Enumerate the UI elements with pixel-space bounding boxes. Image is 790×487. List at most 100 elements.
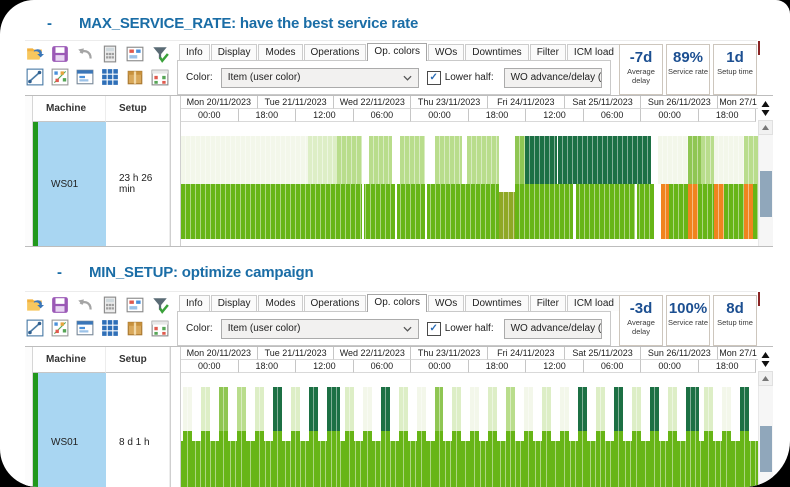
op-segment[interactable] <box>668 387 677 431</box>
op-segment[interactable] <box>515 136 525 184</box>
op-segment[interactable] <box>327 431 340 487</box>
op-segment[interactable] <box>578 431 587 487</box>
scrollbar-thumb[interactable] <box>760 171 772 217</box>
filter-check-icon[interactable] <box>150 295 170 315</box>
lower-half-select[interactable]: WO advance/delay (calculated due d <box>504 68 602 88</box>
op-segment[interactable] <box>291 387 300 431</box>
op-segment[interactable] <box>219 387 228 431</box>
op-segment[interactable] <box>452 387 461 431</box>
op-segment[interactable] <box>635 184 637 239</box>
op-segment[interactable] <box>273 431 282 487</box>
planning-board-icon[interactable] <box>125 44 145 64</box>
tab-display[interactable]: Display <box>211 44 258 60</box>
op-segment[interactable] <box>573 184 575 239</box>
op-segment[interactable] <box>524 431 533 487</box>
op-segment[interactable] <box>395 184 397 239</box>
machine-column-header[interactable]: Machine <box>33 347 106 373</box>
op-segment[interactable] <box>542 387 551 431</box>
scroll-up-icon[interactable] <box>758 371 773 386</box>
op-segment[interactable] <box>744 184 753 239</box>
op-segment[interactable] <box>291 431 300 487</box>
op-segment[interactable] <box>614 387 623 431</box>
op-segment[interactable] <box>369 136 392 184</box>
optimization-icon[interactable] <box>50 318 70 338</box>
op-segment[interactable] <box>740 431 749 487</box>
calendar-icon[interactable] <box>150 67 170 87</box>
op-segment[interactable] <box>596 431 605 487</box>
open-icon[interactable] <box>25 44 45 64</box>
op-segment[interactable] <box>560 431 569 487</box>
tab-filter[interactable]: Filter <box>530 44 566 60</box>
op-segment[interactable] <box>435 431 444 487</box>
op-segment[interactable] <box>345 387 354 431</box>
op-segment[interactable] <box>661 184 669 239</box>
op-segment[interactable] <box>632 387 641 431</box>
gantt-chart-icon[interactable] <box>25 67 45 87</box>
tab-info[interactable]: Info <box>179 295 210 311</box>
op-segment[interactable] <box>578 387 587 431</box>
op-segment[interactable] <box>560 387 569 431</box>
op-segment[interactable] <box>714 136 744 184</box>
op-segment[interactable] <box>658 136 688 184</box>
op-segment[interactable] <box>470 387 479 431</box>
op-segment[interactable] <box>724 184 744 239</box>
setup-column-header[interactable]: Setup time <box>106 347 170 373</box>
op-segment[interactable] <box>669 184 688 239</box>
tab-filter[interactable]: Filter <box>530 295 566 311</box>
op-segment[interactable] <box>237 387 246 431</box>
tab-operations[interactable]: Operations <box>304 295 367 311</box>
op-segment[interactable] <box>181 136 308 184</box>
op-segment[interactable] <box>524 387 533 431</box>
op-segment[interactable] <box>363 387 372 431</box>
tab-display[interactable]: Display <box>211 295 258 311</box>
op-segment[interactable] <box>183 431 192 487</box>
op-segment[interactable] <box>722 387 731 431</box>
op-segment[interactable] <box>345 431 354 487</box>
op-segment[interactable] <box>686 431 699 487</box>
splitter-arrows-icon[interactable] <box>758 96 773 120</box>
op-segment[interactable] <box>417 431 426 487</box>
splitter-arrows-icon[interactable] <box>758 347 773 371</box>
op-segment[interactable] <box>381 387 390 431</box>
op-segment[interactable] <box>686 387 699 431</box>
tab-op-colors[interactable]: Op. colors <box>367 294 427 312</box>
scroll-up-icon[interactable] <box>758 120 773 135</box>
scrollbar[interactable] <box>758 96 773 246</box>
data-grid-icon[interactable] <box>100 67 120 87</box>
undo-icon[interactable] <box>75 44 95 64</box>
op-segment[interactable] <box>273 387 282 431</box>
scrollbar[interactable] <box>758 347 773 487</box>
op-segment[interactable] <box>558 136 651 184</box>
op-segment[interactable] <box>255 387 264 431</box>
save-icon[interactable] <box>50 295 70 315</box>
tab-operations[interactable]: Operations <box>304 44 367 60</box>
op-segment[interactable] <box>183 387 192 431</box>
package-icon[interactable] <box>125 318 145 338</box>
undo-icon[interactable] <box>75 295 95 315</box>
op-segment[interactable] <box>701 136 714 184</box>
op-segment[interactable] <box>740 387 749 431</box>
color-select[interactable]: Item (user color) <box>221 68 419 88</box>
tab-icm-load[interactable]: ICM load <box>567 44 621 60</box>
op-segment[interactable] <box>688 136 701 184</box>
scrollbar-track[interactable] <box>758 386 773 487</box>
op-segment[interactable] <box>525 136 557 184</box>
scrollbar-track[interactable] <box>758 135 773 246</box>
op-segment[interactable] <box>515 184 654 239</box>
op-segment[interactable] <box>309 431 318 487</box>
op-segment[interactable] <box>470 431 479 487</box>
op-segment[interactable] <box>698 184 714 239</box>
setup-column-header[interactable]: Setup time <box>106 96 170 122</box>
optimization-icon[interactable] <box>50 67 70 87</box>
op-segment[interactable] <box>688 184 698 239</box>
op-segment[interactable] <box>255 431 264 487</box>
op-segment[interactable] <box>650 431 659 487</box>
calculator-icon[interactable] <box>100 295 120 315</box>
op-segment[interactable] <box>488 387 497 431</box>
op-segment[interactable] <box>363 431 372 487</box>
op-segment[interactable] <box>714 184 724 239</box>
tab-wos[interactable]: WOs <box>428 44 464 60</box>
save-icon[interactable] <box>50 44 70 64</box>
lower-half-checkbox[interactable]: ✓ Lower half: <box>427 71 494 85</box>
op-segment[interactable] <box>399 431 408 487</box>
